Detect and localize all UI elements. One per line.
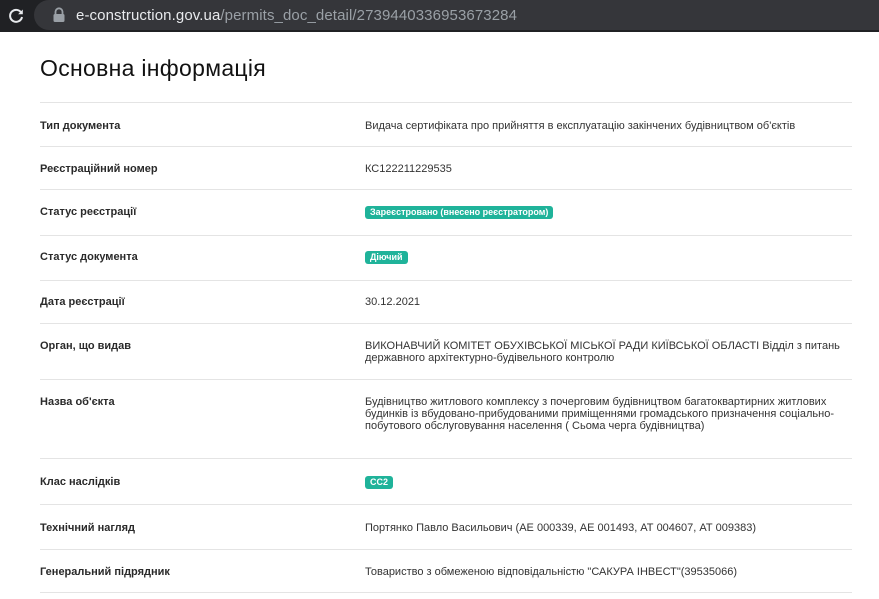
info-table: Тип документа Видача сертифіката про при… bbox=[40, 102, 852, 593]
row-value: Діючий bbox=[365, 251, 852, 264]
row-label: Клас наслідків bbox=[40, 476, 121, 488]
status-badge: Діючий bbox=[365, 251, 408, 264]
info-row-registration-status: Статус реєстрації Зареєстровано (внесено… bbox=[40, 190, 852, 236]
info-row-technical-supervision: Технічний нагляд Портянко Павло Васильов… bbox=[40, 505, 852, 550]
url-path: /permits_doc_detail/2739440336953673284 bbox=[220, 6, 518, 24]
row-label: Статус реєстрації bbox=[40, 206, 137, 218]
info-row-issuing-authority: Орган, що видав ВИКОНАВЧИЙ КОМІТЕТ ОБУХІ… bbox=[40, 324, 852, 380]
row-value: ВИКОНАВЧИЙ КОМІТЕТ ОБУХІВСЬКОЇ МІСЬКОЇ Р… bbox=[365, 340, 840, 364]
row-label: Назва об'єкта bbox=[40, 396, 115, 408]
class-badge: СС2 bbox=[365, 476, 394, 489]
row-value: КС122211229535 bbox=[365, 163, 452, 175]
row-value: Будівництво житлового комплексу з почерг… bbox=[365, 396, 834, 432]
row-label: Орган, що видав bbox=[40, 340, 132, 352]
row-label: Реєстраційний номер bbox=[40, 163, 158, 175]
row-value: Товариство з обмеженою відповідальністю … bbox=[365, 566, 738, 578]
row-label: Статус документа bbox=[40, 251, 138, 263]
info-row-registration-date: Дата реєстрації 30.12.2021 bbox=[40, 281, 852, 324]
browser-address-bar: e-construction.gov.ua/permits_doc_detail… bbox=[0, 0, 879, 32]
main-content: Основна інформація Тип документа Видача … bbox=[40, 32, 852, 593]
info-row-object-name: Назва об'єкта Будівництво житлового комп… bbox=[40, 380, 852, 459]
lock-icon[interactable] bbox=[52, 7, 66, 23]
info-row-consequence-class: Клас наслідків СС2 bbox=[40, 459, 852, 505]
row-label: Генеральний підрядник bbox=[40, 566, 170, 578]
url-domain: e-construction.gov.ua bbox=[76, 6, 221, 24]
status-badge: Зареєстровано (внесено реєстратором) bbox=[365, 206, 554, 219]
info-row-document-type: Тип документа Видача сертифіката про при… bbox=[40, 103, 852, 147]
info-row-general-contractor: Генеральний підрядник Товариство з обмеж… bbox=[40, 550, 852, 593]
info-row-registration-number: Реєстраційний номер КС122211229535 bbox=[40, 147, 852, 190]
url-field[interactable]: e-construction.gov.ua/permits_doc_detail… bbox=[34, 0, 879, 30]
row-label: Тип документа bbox=[40, 120, 121, 132]
row-value: Зареєстровано (внесено реєстратором) bbox=[365, 206, 852, 219]
reload-icon[interactable] bbox=[0, 0, 32, 32]
row-label: Дата реєстрації bbox=[40, 296, 125, 308]
page-title: Основна інформація bbox=[40, 55, 267, 81]
row-value: Видача сертифіката про прийняття в експл… bbox=[365, 120, 796, 132]
info-row-document-status: Статус документа Діючий bbox=[40, 236, 852, 281]
row-value: СС2 bbox=[365, 476, 852, 489]
row-value: 30.12.2021 bbox=[365, 296, 421, 308]
row-value: Портянко Павло Васильович (АЕ 000339, АЕ… bbox=[365, 522, 757, 534]
row-label: Технічний нагляд bbox=[40, 522, 136, 534]
